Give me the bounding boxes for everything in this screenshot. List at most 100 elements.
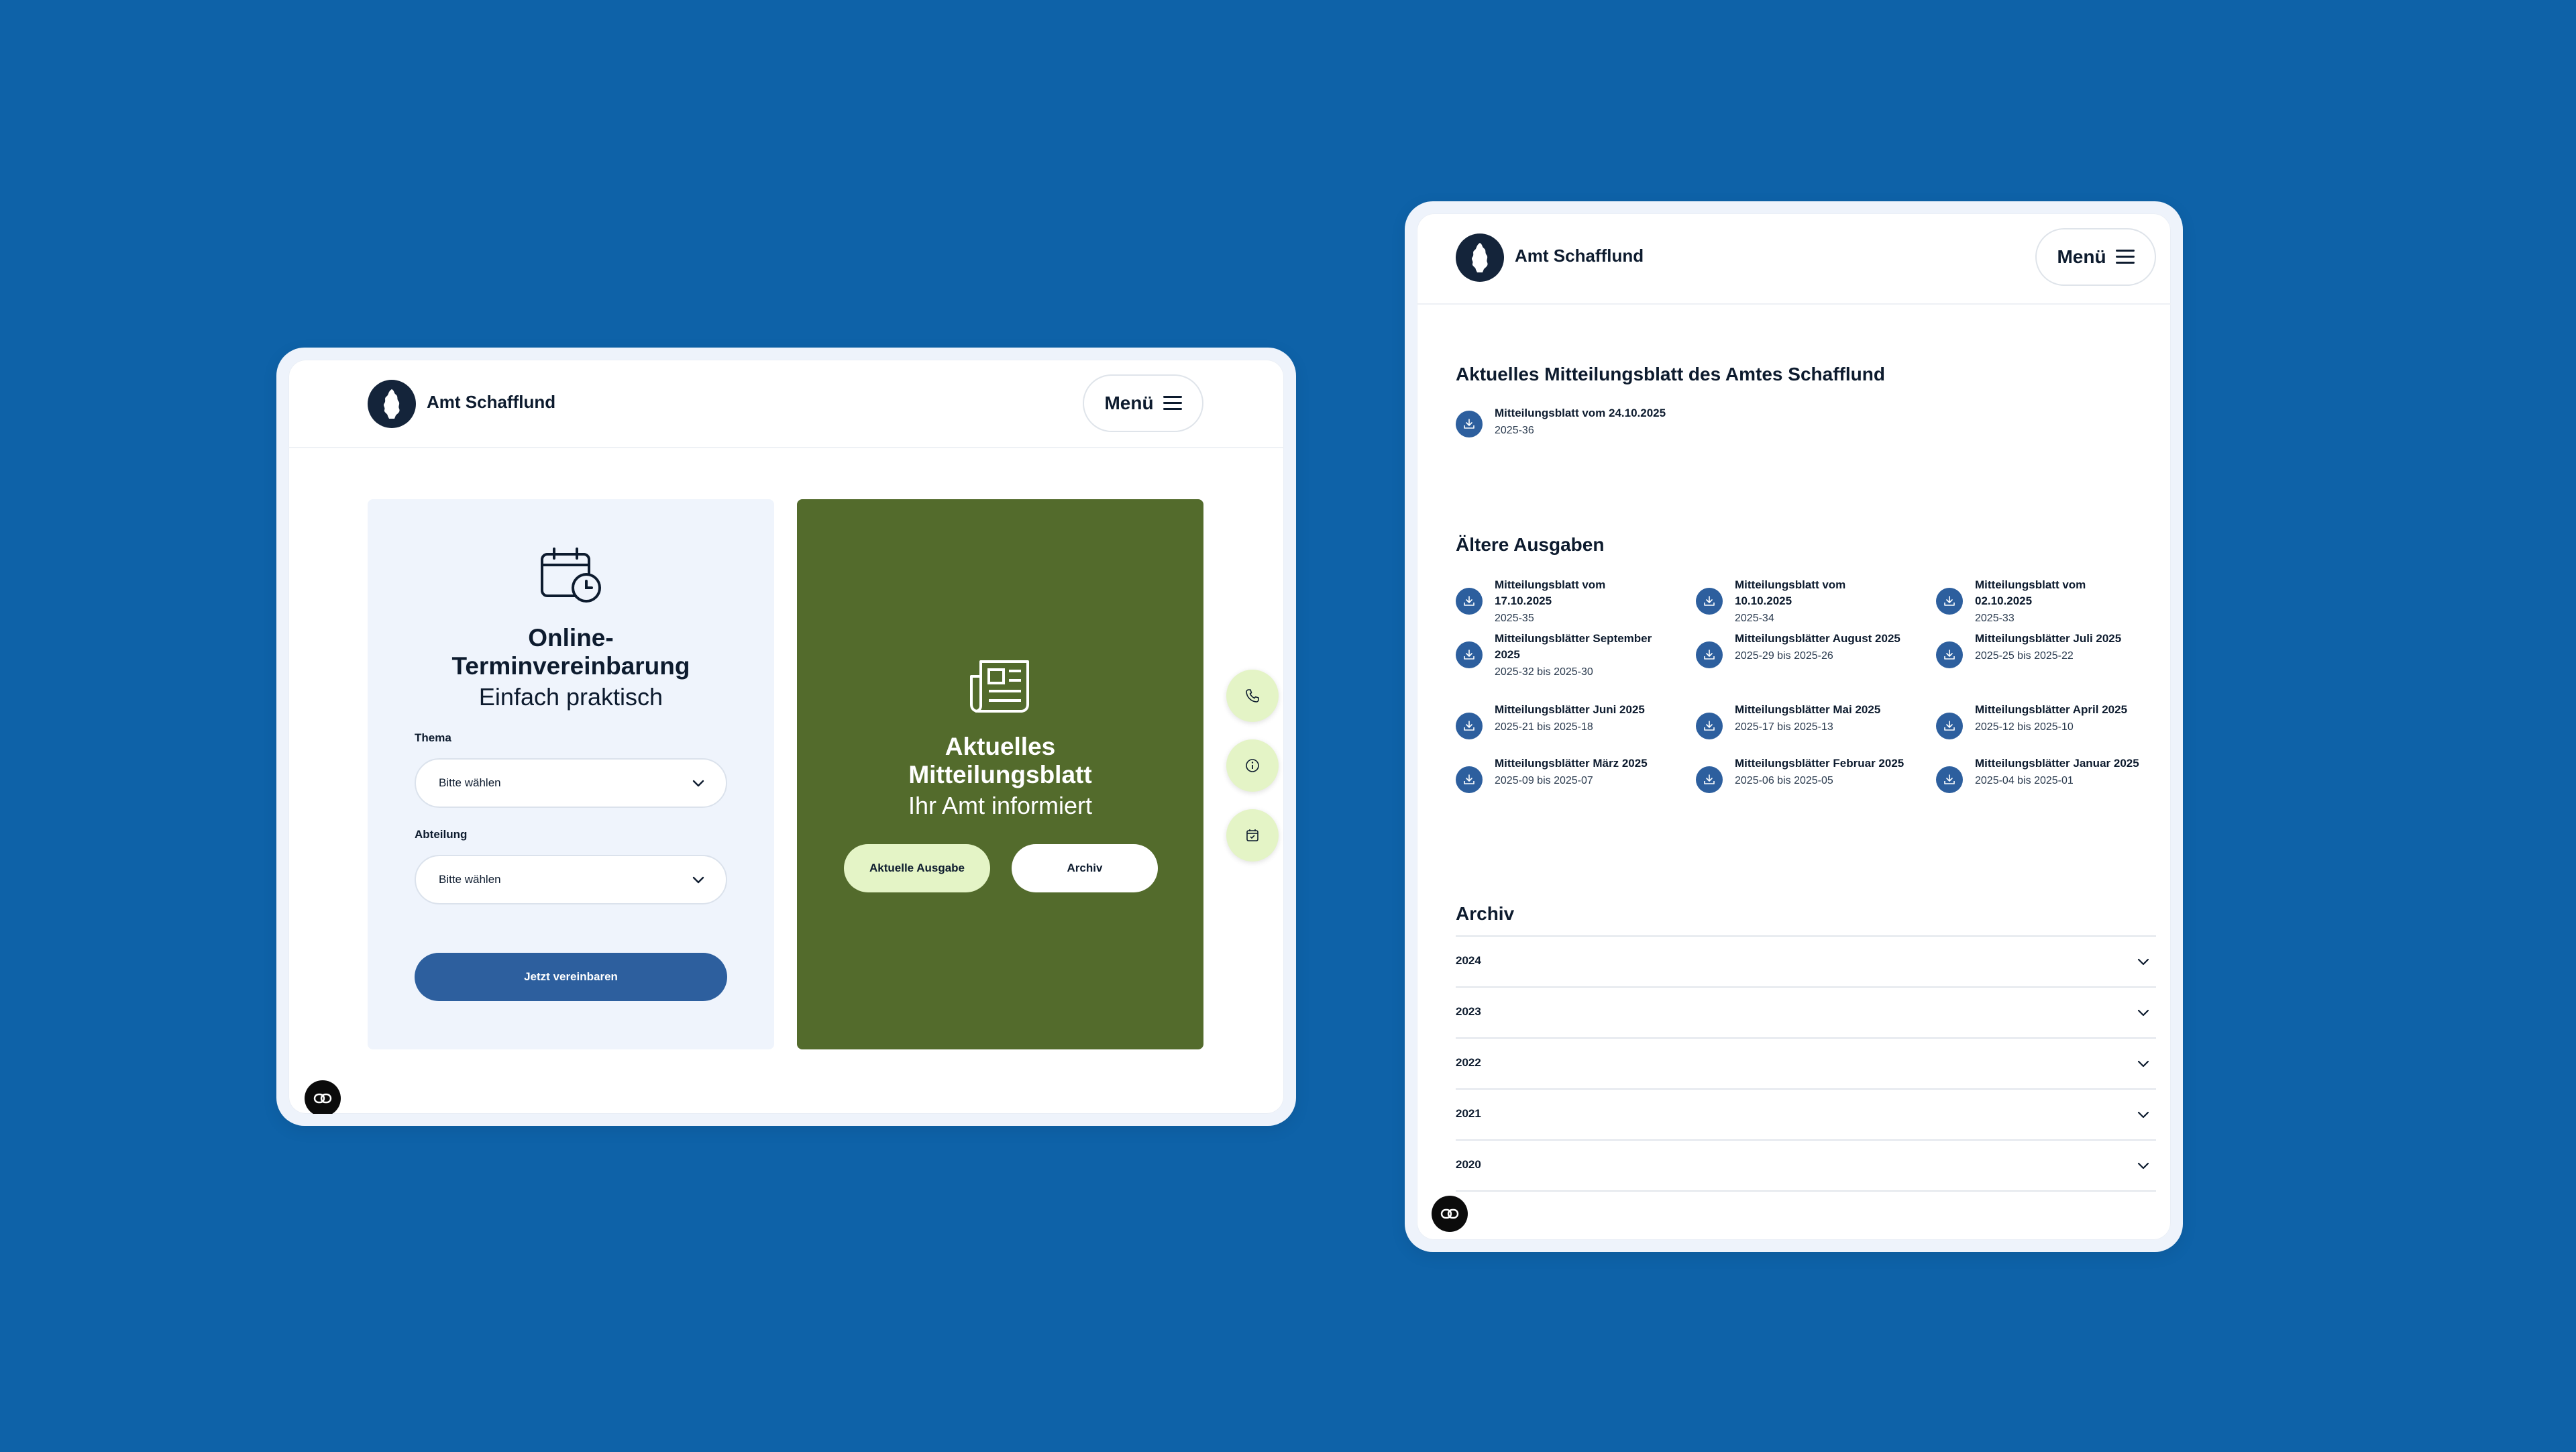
newspaper-icon [969,658,1032,717]
older-edition-range: 2025-12 bis 2025-10 [1975,721,2074,733]
older-edition-download[interactable]: Mitteilungsblätter September 2025 2025-32… [1456,631,1670,680]
phone-icon [1246,689,1259,703]
info-icon [1246,759,1259,772]
older-edition-range: 2025-34 [1735,613,1774,624]
brand-name[interactable]: Amt Schafflund [1515,246,1644,266]
amt-logo-icon[interactable] [368,380,416,428]
menu-button[interactable]: Menü [1083,374,1203,432]
older-edition-download[interactable]: Mitteilungsblatt vom 02.10.2025 2025-33 [1936,577,2151,627]
archive-year-row[interactable]: 2023 [1456,986,2156,1036]
archive-year-label: 2020 [1456,1158,1481,1171]
older-edition-title: Mitteilungsblatt vom 17.10.2025 [1495,578,1606,607]
chevron-down-icon [692,780,704,787]
archive-year-label: 2024 [1456,954,1481,967]
appointment-action-button[interactable] [1226,809,1279,862]
desktop-page: Amt Schafflund Menü Online- Terminverein… [288,360,1284,1114]
accessibility-widget-button[interactable] [305,1080,341,1114]
download-icon [1936,766,1963,793]
older-edition-title: Mitteilungsblätter Januar 2025 [1975,757,2139,770]
download-icon [1936,713,1963,739]
brand-name[interactable]: Amt Schafflund [427,392,555,413]
download-icon [1456,713,1483,739]
archive-heading: Archiv [1456,903,1515,924]
older-edition-download[interactable]: Mitteilungsblätter Februar 2025 2025-06 b… [1696,756,1911,793]
tablet-preview-frame: Amt Schafflund Menü Aktuelles Mitteilung… [1405,201,2183,1252]
schedule-appointment-button[interactable]: Jetzt vereinbaren [415,953,727,1001]
desktop-preview-frame: Amt Schafflund Menü Online- Terminverein… [276,348,1296,1126]
calendar-check-icon [1246,829,1258,841]
menu-label: Menü [1104,393,1154,413]
appointment-title-line1: Online- [528,624,614,652]
download-icon [1696,588,1723,615]
archive-year-row[interactable]: 2022 [1456,1037,2156,1087]
older-edition-title: Mitteilungsblätter März 2025 [1495,757,1648,770]
older-edition-range: 2025-06 bis 2025-05 [1735,775,1833,786]
chevron-down-icon [692,876,704,884]
link-icon [313,1093,332,1104]
older-edition-title: Mitteilungsblätter April 2025 [1975,703,2128,716]
chevron-down-icon [2137,1060,2149,1068]
abteilung-label: Abteilung [415,828,468,841]
current-issue-id: 2025-36 [1495,425,1534,436]
archive-button[interactable]: Archiv [1012,844,1158,892]
menu-button[interactable]: Menü [2035,228,2156,286]
older-edition-download[interactable]: Mitteilungsblatt vom 10.10.2025 2025-34 [1696,577,1911,627]
older-edition-download[interactable]: Mitteilungsblätter Januar 2025 2025-04 bi… [1936,756,2151,793]
current-issue-heading: Aktuelles Mitteilungsblatt des Amtes Sch… [1456,364,1885,384]
appointment-subtitle: Einfach praktisch [478,683,663,711]
older-edition-range: 2025-09 bis 2025-07 [1495,775,1593,786]
chevron-down-icon [2137,958,2149,966]
older-edition-download[interactable]: Mitteilungsblätter August 2025 2025-29 bi… [1696,631,1911,668]
calendar-clock-icon [539,546,604,607]
chevron-down-icon [2137,1009,2149,1017]
mitteilungsblatt-title-line1: Aktuelles [945,733,1056,760]
mitteilungsblatt-page: Amt Schafflund Menü Aktuelles Mitteilung… [1417,213,2171,1240]
download-icon [1696,641,1723,668]
thema-select-value: Bitte wählen [439,776,501,789]
older-edition-range: 2025-17 bis 2025-13 [1735,721,1833,733]
older-edition-title: Mitteilungsblätter Mai 2025 [1735,703,1881,716]
link-icon [1440,1208,1459,1219]
accessibility-widget-button[interactable] [1432,1196,1468,1232]
menu-label: Menü [2057,246,2106,267]
older-edition-download[interactable]: Mitteilungsblätter Juli 2025 2025-25 bis … [1936,631,2151,668]
abteilung-select-value: Bitte wählen [439,873,501,886]
older-edition-title: Mitteilungsblätter Februar 2025 [1735,757,1904,770]
older-edition-title: Mitteilungsblatt vom 10.10.2025 [1735,578,1846,607]
amt-logo-icon[interactable] [1456,234,1504,282]
older-edition-range: 2025-32 bis 2025-30 [1495,666,1593,678]
site-header: Amt Schafflund Menü [288,360,1284,448]
chevron-down-icon [2137,1162,2149,1170]
appointment-title-line2: Terminvereinbarung [451,652,690,680]
current-issue-download[interactable]: Mitteilungsblatt vom 24.10.2025 2025-36 [1456,405,1666,439]
older-editions-heading: Ältere Ausgaben [1456,534,1605,555]
phone-action-button[interactable] [1226,670,1279,722]
archive-year-row[interactable]: 2020 [1456,1139,2156,1189]
archive-year-label: 2021 [1456,1107,1481,1120]
older-edition-range: 2025-35 [1495,613,1534,624]
older-edition-range: 2025-21 bis 2025-18 [1495,721,1593,733]
abteilung-select[interactable]: Bitte wählen [415,855,727,904]
archive-year-row[interactable]: 2021 [1456,1088,2156,1138]
info-action-button[interactable] [1226,739,1279,792]
older-edition-download[interactable]: Mitteilungsblätter Juni 2025 2025-21 bis … [1456,702,1670,739]
archive-year-label: 2022 [1456,1056,1481,1069]
older-edition-download[interactable]: Mitteilungsblätter April 2025 2025-12 bis… [1936,702,2151,739]
download-icon [1936,588,1963,615]
download-icon [1456,588,1483,615]
current-issue-title: Mitteilungsblatt vom 24.10.2025 [1495,407,1666,419]
older-edition-download[interactable]: Mitteilungsblätter März 2025 2025-09 bis … [1456,756,1670,793]
older-edition-download[interactable]: Mitteilungsblätter Mai 2025 2025-17 bis 2… [1696,702,1911,739]
hamburger-icon [1163,396,1182,411]
older-edition-download[interactable]: Mitteilungsblatt vom 17.10.2025 2025-35 [1456,577,1670,627]
older-edition-title: Mitteilungsblätter August 2025 [1735,632,1900,645]
download-icon [1456,411,1483,437]
older-edition-title: Mitteilungsblätter Juni 2025 [1495,703,1645,716]
archive-year-row[interactable]: 2024 [1456,935,2156,985]
older-edition-range: 2025-29 bis 2025-26 [1735,650,1833,662]
current-issue-button[interactable]: Aktuelle Ausgabe [844,844,990,892]
thema-select[interactable]: Bitte wählen [415,758,727,808]
older-edition-title: Mitteilungsblatt vom 02.10.2025 [1975,578,2086,607]
older-edition-range: 2025-25 bis 2025-22 [1975,650,2074,662]
older-edition-title: Mitteilungsblätter Juli 2025 [1975,632,2122,645]
